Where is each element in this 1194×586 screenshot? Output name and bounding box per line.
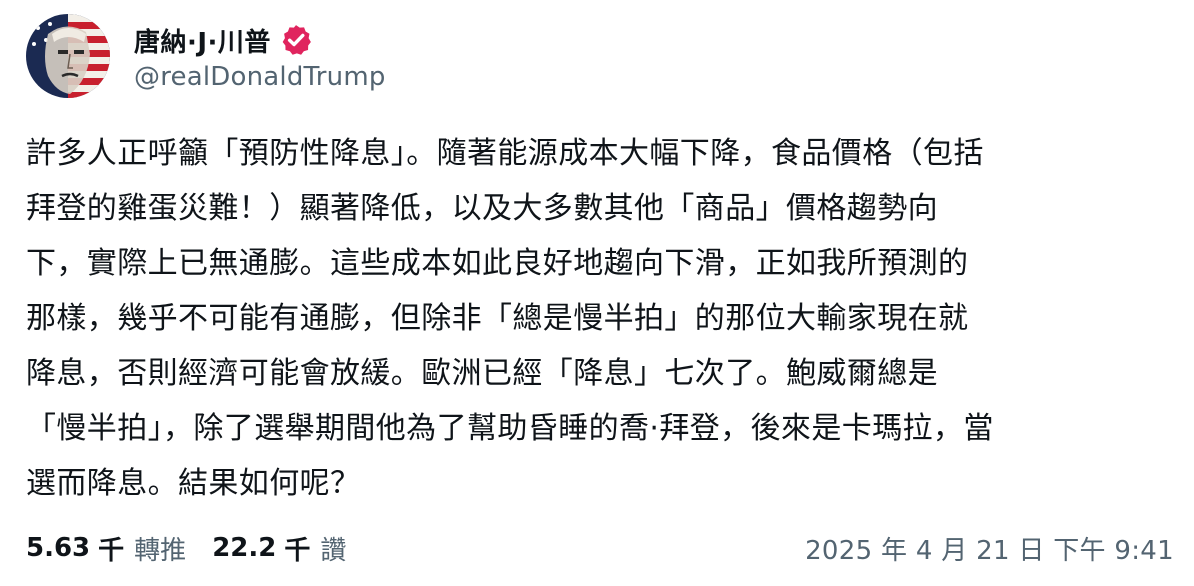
handle[interactable]: @realDonaldTrump bbox=[134, 62, 386, 92]
post-text-line: 許多人正呼籲「預防性降息」。隨著能源成本大幅下降，食品價格（包括 bbox=[26, 136, 984, 171]
avatar[interactable] bbox=[26, 14, 110, 98]
like-label: 讚 bbox=[320, 535, 347, 566]
like-count-unit: 千 bbox=[284, 535, 311, 566]
post-text-line: 選而降息。結果如何呢？ bbox=[26, 466, 361, 501]
post-text-line: 拜登的雞蛋災難！）顯著降低，以及大多數其他「商品」價格趨勢向 bbox=[26, 191, 938, 226]
author-identity: 唐納·J·川普 @realDonaldTrump bbox=[134, 20, 386, 92]
post-text-line: 降息，否則經濟可能會放緩。歐洲已經「降息」七次了。鮑威爾總是 bbox=[26, 356, 938, 391]
display-name[interactable]: 唐納·J·川普 bbox=[134, 22, 271, 59]
name-row: 唐納·J·川普 bbox=[134, 20, 386, 60]
repost-count-unit: 千 bbox=[98, 535, 125, 566]
repost-count: 5.63 bbox=[26, 533, 91, 563]
post-text: 許多人正呼籲「預防性降息」。隨著能源成本大幅下降，食品價格（包括 拜登的雞蛋災難… bbox=[26, 126, 1174, 511]
repost-stat[interactable]: 5.63 千 轉推 bbox=[26, 530, 186, 567]
avatar-image bbox=[26, 14, 110, 98]
post-card: 唐納·J·川普 @realDonaldTrump 許多人正呼籲「預防性降息」。隨… bbox=[0, 0, 1194, 586]
post-timestamp[interactable]: 2025 年 4 月 21 日 下午 9:41 bbox=[805, 530, 1174, 567]
like-stat[interactable]: 22.2 千 讚 bbox=[212, 530, 346, 567]
post-text-line: 「慢半拍」，除了選舉期間他為了幫助昏睡的喬·拜登，後來是卡瑪拉，當 bbox=[26, 411, 994, 446]
like-count: 22.2 bbox=[212, 533, 277, 563]
repost-label: 轉推 bbox=[134, 535, 187, 566]
post-text-line: 那樣，幾乎不可能有通膨，但除非「總是慢半拍」的那位大輸家現在就 bbox=[26, 301, 969, 336]
verified-badge-icon[interactable] bbox=[279, 23, 313, 57]
post-header: 唐納·J·川普 @realDonaldTrump bbox=[26, 14, 1172, 98]
post-footer: 5.63 千 轉推 22.2 千 讚 2025 年 4 月 21 日 下午 9:… bbox=[26, 526, 1174, 570]
post-text-line: 下，實際上已無通膨。這些成本如此良好地趨向下滑，正如我所預測的 bbox=[26, 246, 969, 281]
